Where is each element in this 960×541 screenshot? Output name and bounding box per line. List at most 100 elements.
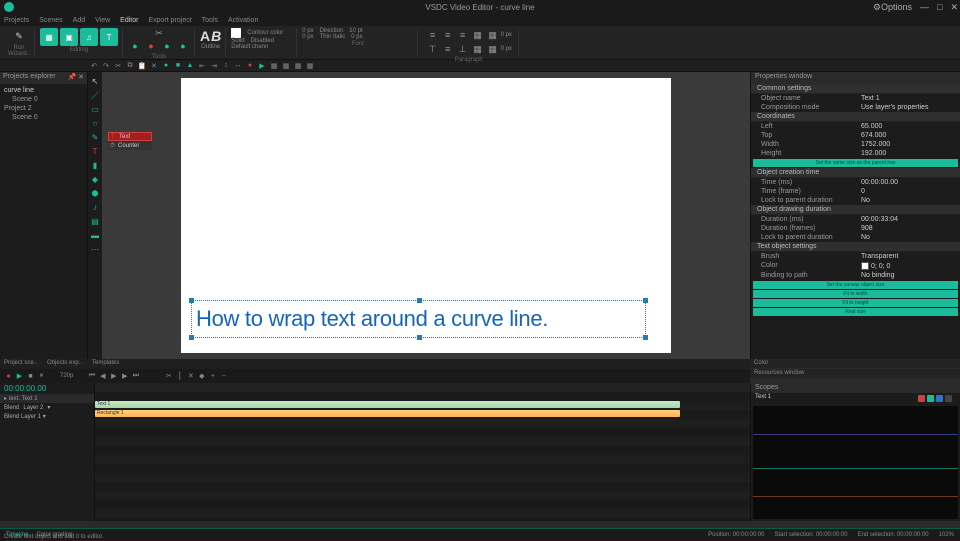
section-creation[interactable]: Object creation time bbox=[751, 168, 960, 178]
align-right-icon[interactable]: ≡ bbox=[456, 28, 470, 42]
tl-start-icon[interactable]: ⏮ bbox=[87, 372, 96, 381]
tb-grid4-icon[interactable]: ▦ bbox=[306, 62, 314, 70]
menu-view[interactable]: View bbox=[95, 17, 110, 24]
tb-del-icon[interactable]: ✕ bbox=[150, 62, 158, 70]
cut-icon[interactable]: ✂ bbox=[152, 28, 166, 39]
scope-blend-dropdown[interactable] bbox=[945, 395, 952, 402]
tb-play-icon[interactable]: ▶ bbox=[258, 62, 266, 70]
audio-effects-button[interactable]: ♫ bbox=[80, 28, 98, 46]
timeline-ruler[interactable] bbox=[95, 383, 750, 392]
tl-end-icon[interactable]: ⏭ bbox=[131, 372, 140, 381]
scopes-selection[interactable]: Text 1 bbox=[755, 394, 771, 403]
fit-width-button[interactable]: Fit to width bbox=[753, 290, 958, 298]
tl-next-icon[interactable]: ▶ bbox=[120, 372, 129, 381]
tl-play-icon[interactable]: ▶ bbox=[15, 372, 24, 381]
prop-binding-value[interactable]: No binding bbox=[861, 272, 894, 279]
tree-item[interactable]: Scene 0 bbox=[4, 113, 83, 122]
tool-dot3-icon[interactable]: ● bbox=[160, 39, 174, 53]
section-drawing[interactable]: Object drawing duration bbox=[751, 205, 960, 215]
tool-dot1-icon[interactable]: ● bbox=[128, 39, 142, 53]
ellipse-tool-icon[interactable]: ○ bbox=[90, 118, 100, 128]
color-swatch-icon[interactable] bbox=[861, 262, 869, 270]
menu-activation[interactable]: Activation bbox=[228, 17, 258, 24]
cursor-tool-icon[interactable]: ↖ bbox=[90, 76, 100, 86]
grid3-icon[interactable]: ▦ bbox=[471, 42, 485, 56]
text-object[interactable]: How to wrap text around a curve line. bbox=[191, 300, 646, 338]
tl-pause-icon[interactable]: ⏸ bbox=[37, 372, 46, 381]
sprite-tool-icon[interactable]: ⬢ bbox=[90, 188, 100, 198]
prop-width-value[interactable]: 1752.000 bbox=[861, 141, 890, 148]
tab-project-scene[interactable]: Project sce.. bbox=[4, 360, 37, 368]
default-channel-dropdown[interactable]: Default chann bbox=[231, 44, 268, 50]
wizard-icon[interactable]: ✎ bbox=[10, 28, 28, 44]
prop-left-value[interactable]: 65.000 bbox=[861, 123, 882, 130]
tree-item[interactable]: curve line bbox=[4, 86, 83, 95]
section-coords[interactable]: Coordinates bbox=[751, 112, 960, 122]
tree-item[interactable]: Project 2 bbox=[4, 104, 83, 113]
tb-align1-icon[interactable]: ⇤ bbox=[198, 62, 206, 70]
chart-tool-icon[interactable]: ▮ bbox=[90, 160, 100, 170]
tl-marker-icon[interactable]: ◆ bbox=[197, 372, 206, 381]
tb-grid1-icon[interactable]: ▦ bbox=[270, 62, 278, 70]
prop-height-value[interactable]: 192.000 bbox=[861, 150, 886, 157]
real-size-button[interactable]: Real size bbox=[753, 308, 958, 316]
tb-shape1-icon[interactable]: ● bbox=[162, 62, 170, 70]
tb-grid2-icon[interactable]: ▦ bbox=[282, 62, 290, 70]
add-object-button[interactable]: ▦ bbox=[40, 28, 58, 46]
tb-copy-icon[interactable]: ⧉ bbox=[126, 62, 134, 70]
line-tool-icon[interactable]: ／ bbox=[90, 90, 100, 100]
prop-color-value[interactable]: 0; 0; 0 bbox=[861, 262, 890, 270]
contour-color-swatch[interactable] bbox=[231, 28, 241, 38]
tb-shape3-icon[interactable]: ▲ bbox=[186, 62, 194, 70]
rect-tool-icon[interactable]: ▭ bbox=[90, 104, 100, 114]
tl-zoom-out-icon[interactable]: − bbox=[219, 372, 228, 381]
fit-height-button[interactable]: Fit to height bbox=[753, 299, 958, 307]
valign-bot-icon[interactable]: ⊥ bbox=[456, 42, 470, 56]
tl-split-icon[interactable]: ⎮ bbox=[175, 372, 184, 381]
text-tool-icon[interactable]: T bbox=[90, 146, 100, 156]
resize-handle-s[interactable] bbox=[417, 335, 422, 340]
tl-cut-icon[interactable]: ✂ bbox=[164, 372, 173, 381]
resize-handle-n[interactable] bbox=[417, 298, 422, 303]
menu-editor[interactable]: Editor bbox=[120, 17, 138, 24]
scope-g-button[interactable] bbox=[927, 395, 934, 402]
weight-dropdown[interactable]: Thin Italic bbox=[320, 34, 346, 40]
tl-res-dropdown[interactable]: 720p bbox=[60, 373, 73, 379]
prop-comp-mode-value[interactable]: Use layer's properties bbox=[861, 104, 928, 111]
para-field2[interactable]: 0 px bbox=[501, 46, 512, 52]
options-button[interactable]: ⚙Options bbox=[873, 2, 912, 13]
popup-text-option[interactable]: TText bbox=[108, 132, 152, 141]
resize-handle-nw[interactable] bbox=[189, 298, 194, 303]
para-field1[interactable]: 0 px bbox=[501, 32, 512, 38]
clip-rectangle1[interactable]: Rectangle 1 bbox=[95, 410, 680, 417]
prop-brush-value[interactable]: Transparent bbox=[861, 253, 898, 260]
tb-paste-icon[interactable]: 📋 bbox=[138, 62, 146, 70]
resize-handle-se[interactable] bbox=[643, 335, 648, 340]
pen-tool-icon[interactable]: ✎ bbox=[90, 132, 100, 142]
status-zoom[interactable]: 102% bbox=[939, 532, 954, 538]
canvas[interactable]: How to wrap text around a curve line. bbox=[181, 78, 671, 353]
tb-align3-icon[interactable]: ↕ bbox=[222, 62, 230, 70]
tree-item[interactable]: Scene 0 bbox=[4, 95, 83, 104]
prop-dur-frames-value[interactable]: 908 bbox=[861, 225, 873, 232]
popup-counter-option[interactable]: ⏱Counter bbox=[108, 141, 152, 150]
tb-grid3-icon[interactable]: ▦ bbox=[294, 62, 302, 70]
resize-handle-sw[interactable] bbox=[189, 335, 194, 340]
canvas-area[interactable]: TText ⏱Counter How to wrap text around a… bbox=[102, 72, 750, 359]
menu-scenes[interactable]: Scenes bbox=[39, 17, 62, 24]
tool-dot4-icon[interactable]: ● bbox=[176, 39, 190, 53]
prop-lock2-value[interactable]: No bbox=[861, 234, 870, 241]
tb-shape2-icon[interactable]: ■ bbox=[174, 62, 182, 70]
resize-handle-ne[interactable] bbox=[643, 298, 648, 303]
tl-zoom-in-icon[interactable]: + bbox=[208, 372, 217, 381]
scope-b-button[interactable] bbox=[936, 395, 943, 402]
more-tool-icon[interactable]: ⋯ bbox=[90, 244, 100, 254]
align-left-icon[interactable]: ≡ bbox=[426, 28, 440, 42]
close-button[interactable]: ✕ bbox=[950, 2, 958, 13]
tb-undo-icon[interactable]: ↶ bbox=[90, 62, 98, 70]
img-tool-icon[interactable]: ▤ bbox=[90, 216, 100, 226]
tl-stop-icon[interactable]: ■ bbox=[26, 372, 35, 381]
tool-dot2-icon[interactable]: ● bbox=[144, 39, 158, 53]
tab-templates[interactable]: Templates bbox=[92, 360, 119, 368]
grid4-icon[interactable]: ▦ bbox=[486, 42, 500, 56]
